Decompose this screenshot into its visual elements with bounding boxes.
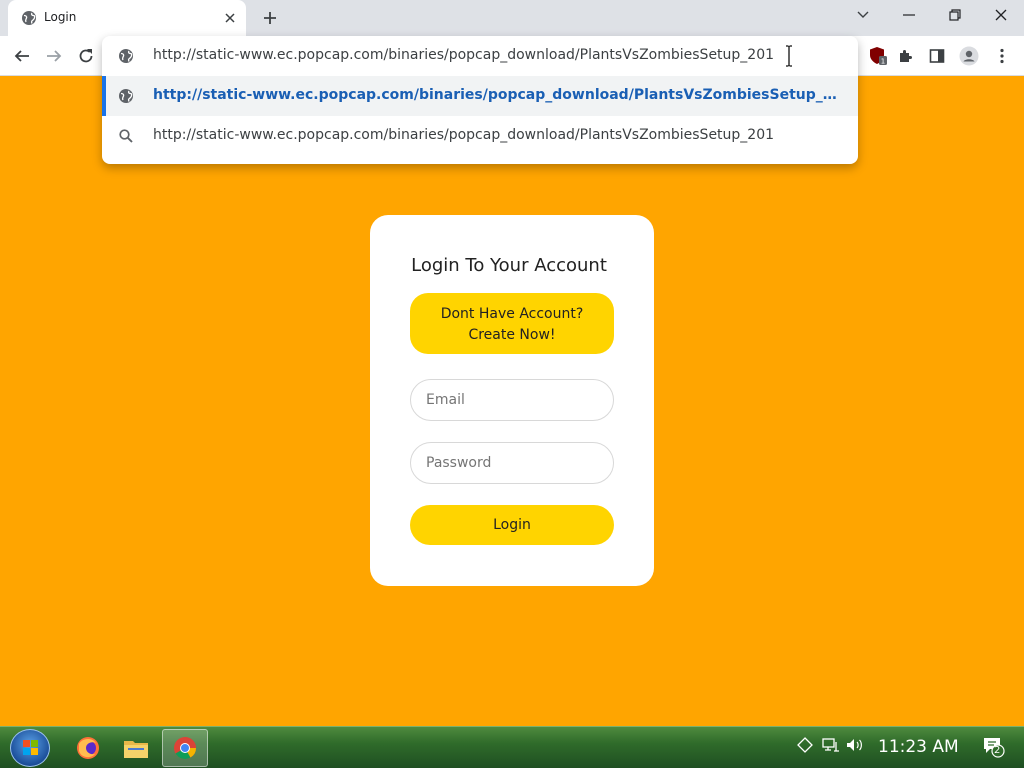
taskbar: 11:23 AM 2: [0, 726, 1024, 768]
volume-icon[interactable]: [846, 737, 864, 757]
close-tab-icon[interactable]: [220, 8, 240, 28]
email-field[interactable]: [410, 379, 614, 421]
login-button[interactable]: Login: [410, 505, 614, 545]
globe-icon: [118, 48, 134, 68]
page-background: Login To Your Account Dont Have Account?…: [0, 76, 1024, 726]
restore-button[interactable]: [932, 0, 978, 30]
login-card: Login To Your Account Dont Have Account?…: [370, 215, 654, 586]
globe-icon: [21, 10, 37, 26]
back-button[interactable]: [8, 42, 36, 70]
network-icon[interactable]: [822, 737, 840, 757]
taskbar-clock[interactable]: 11:23 AM: [878, 737, 959, 757]
file-explorer-icon[interactable]: [113, 729, 159, 767]
omnibox-dropdown: http://static-www.ec.popcap.com/binaries…: [102, 36, 858, 164]
globe-icon: [118, 88, 134, 108]
tab-title: Login: [44, 10, 77, 24]
create-account-line2: Create Now!: [468, 327, 556, 343]
password-field[interactable]: [410, 442, 614, 484]
suggestion-text: http://static-www.ec.popcap.com/binaries…: [153, 87, 845, 103]
search-icon: [118, 128, 134, 148]
login-heading: Login To Your Account: [411, 255, 607, 276]
create-account-line1: Dont Have Account?: [440, 306, 584, 322]
minimize-button[interactable]: [886, 0, 932, 30]
side-panel-icon[interactable]: [923, 42, 951, 70]
forward-button[interactable]: [40, 42, 68, 70]
tab-login[interactable]: Login: [8, 0, 246, 36]
svg-text:1: 1: [881, 58, 885, 66]
action-center-icon[interactable]: 2: [982, 736, 1006, 762]
close-window-button[interactable]: [978, 0, 1024, 30]
chrome-icon[interactable]: [162, 729, 208, 767]
network-diamond-icon[interactable]: [797, 737, 813, 757]
tab-strip: Login: [0, 0, 1024, 36]
reload-button[interactable]: [72, 42, 100, 70]
menu-kebab-icon[interactable]: [988, 42, 1016, 70]
firefox-icon[interactable]: [65, 729, 111, 767]
suggestion-text: http://static-www.ec.popcap.com/binaries…: [153, 127, 775, 143]
ublock-extension-icon[interactable]: 1: [864, 42, 892, 70]
extensions-puzzle-icon[interactable]: [892, 42, 920, 70]
start-button[interactable]: [10, 729, 50, 767]
new-tab-button[interactable]: [258, 6, 282, 30]
notification-count: 2: [994, 745, 1001, 756]
address-input[interactable]: http://static-www.ec.popcap.com/binaries…: [153, 47, 774, 63]
create-account-button[interactable]: Dont Have Account? Create Now!: [410, 293, 614, 354]
profile-avatar-icon[interactable]: [955, 42, 983, 70]
omnibox-suggestion-url[interactable]: http://static-www.ec.popcap.com/binaries…: [102, 76, 858, 116]
address-bar[interactable]: http://static-www.ec.popcap.com/binaries…: [102, 36, 858, 76]
text-cursor-icon: [785, 45, 793, 67]
tab-search-chevron-icon[interactable]: [840, 0, 886, 30]
omnibox-suggestion-search[interactable]: http://static-www.ec.popcap.com/binaries…: [102, 116, 858, 156]
